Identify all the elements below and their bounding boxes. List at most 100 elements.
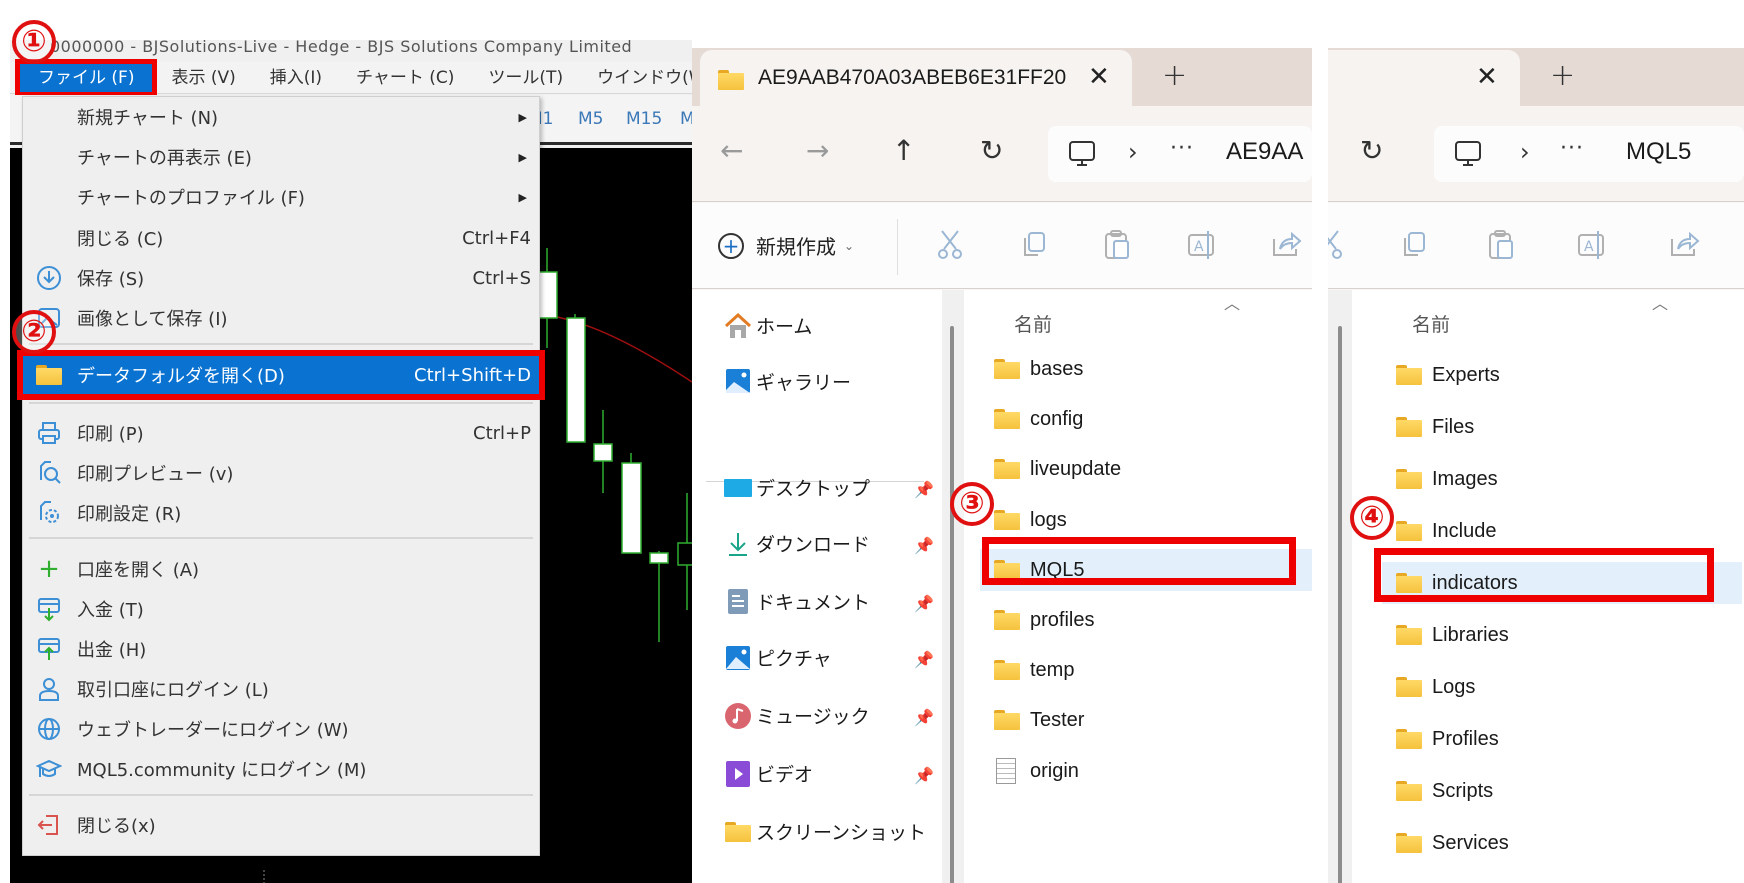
refresh-button[interactable]: ↻ bbox=[980, 134, 1003, 167]
file-row[interactable]: Tester bbox=[994, 699, 1084, 741]
file-row[interactable]: Libraries bbox=[1396, 614, 1509, 656]
new-tab-button[interactable]: + bbox=[1162, 58, 1187, 93]
menu-item-redisplay-chart[interactable]: チャートの再表示 (E) ▶ bbox=[23, 137, 539, 177]
tab-mql5[interactable]: ✕ bbox=[1328, 50, 1520, 110]
menu-window[interactable]: ウインドウ(W bbox=[580, 62, 692, 94]
menu-file[interactable]: ファイル (F) bbox=[14, 58, 158, 97]
menu-insert[interactable]: 挿入(I) bbox=[253, 62, 339, 94]
rename-icon[interactable]: A bbox=[1576, 229, 1608, 261]
paste-icon[interactable] bbox=[1486, 229, 1518, 261]
menu-item-label: 新規チャート (N) bbox=[77, 108, 219, 129]
menu-item-print-settings[interactable]: 印刷設定 (R) bbox=[23, 493, 539, 533]
menu-item-withdraw[interactable]: 出金 (H) bbox=[23, 629, 539, 669]
more-path-icon[interactable]: ··· bbox=[1170, 136, 1194, 161]
menu-item-label: 画像として保存 (I) bbox=[77, 309, 228, 330]
menu-item-login-mql5[interactable]: MQL5.community にログイン (M) bbox=[23, 749, 539, 789]
menu-item-save[interactable]: 保存 (S) Ctrl+S bbox=[23, 258, 539, 298]
menu-item-save-as-image[interactable]: 画像として保存 (I) bbox=[23, 298, 539, 338]
menu-item-print-preview[interactable]: 印刷プレビュー (v) bbox=[23, 453, 539, 493]
file-row[interactable]: origin bbox=[994, 750, 1079, 792]
menu-item-deposit[interactable]: 入金 (T) bbox=[23, 589, 539, 629]
pin-icon[interactable]: 📌 bbox=[914, 708, 934, 727]
file-row[interactable]: Include bbox=[1396, 510, 1497, 552]
address-bar[interactable]: › ··· MQL5 bbox=[1434, 126, 1744, 182]
file-row[interactable]: Images bbox=[1396, 458, 1498, 500]
up-button[interactable]: ↑ bbox=[892, 134, 915, 167]
menu-view[interactable]: 表示 (V) bbox=[154, 62, 252, 94]
file-row[interactable]: Profiles bbox=[1396, 718, 1499, 760]
nav-scrollbar[interactable] bbox=[942, 290, 964, 883]
copy-icon[interactable] bbox=[1018, 229, 1050, 261]
nav-screenshots[interactable]: スクリーンショット bbox=[724, 818, 926, 845]
file-row[interactable]: liveupdate bbox=[994, 448, 1121, 490]
file-row[interactable]: Logs bbox=[1396, 666, 1475, 708]
file-row[interactable]: Scripts bbox=[1396, 770, 1493, 812]
menu-item-label: 口座を開く (A) bbox=[77, 560, 200, 581]
menu-item-chart-profile[interactable]: チャートのプロファイル (F) ▶ bbox=[23, 177, 539, 217]
share-icon[interactable] bbox=[1668, 229, 1700, 261]
nav-home[interactable]: ホーム bbox=[724, 312, 812, 339]
share-icon[interactable] bbox=[1270, 229, 1302, 261]
menu-item-open-data-folder[interactable]: データフォルダを開く(D) Ctrl+Shift+D bbox=[17, 350, 545, 400]
cut-icon[interactable] bbox=[1328, 229, 1346, 261]
file-row[interactable]: temp bbox=[994, 649, 1074, 691]
file-row[interactable]: Services bbox=[1396, 822, 1509, 864]
nav-scrollbar[interactable] bbox=[1328, 290, 1352, 883]
file-row[interactable]: Experts bbox=[1396, 354, 1500, 396]
address-path: AE9AA bbox=[1226, 138, 1304, 165]
nav-desktop[interactable]: デスクトップ bbox=[724, 474, 870, 501]
file-row[interactable]: profiles bbox=[994, 599, 1094, 641]
file-row[interactable]: Files bbox=[1396, 406, 1474, 448]
copy-icon[interactable] bbox=[1398, 229, 1430, 261]
menu-item-close[interactable]: 閉じる (C) Ctrl+F4 bbox=[23, 218, 539, 258]
candles bbox=[538, 248, 692, 642]
menu-chart[interactable]: チャート (C) bbox=[339, 62, 471, 94]
folder-icon bbox=[1396, 417, 1422, 437]
chevron-down-icon: ⌄ bbox=[844, 238, 855, 253]
column-header-name[interactable]: 名前 bbox=[1412, 310, 1450, 337]
paste-icon[interactable] bbox=[1102, 229, 1134, 261]
pin-icon[interactable]: 📌 bbox=[914, 650, 934, 669]
scrollbar-thumb[interactable] bbox=[950, 326, 954, 883]
refresh-button[interactable]: ↻ bbox=[1360, 134, 1383, 167]
address-bar[interactable]: › ··· AE9AA bbox=[1048, 126, 1312, 182]
nav-gallery[interactable]: ギャラリー bbox=[724, 368, 851, 395]
forward-button[interactable]: → bbox=[806, 134, 829, 167]
pin-icon[interactable]: 📌 bbox=[914, 536, 934, 555]
tab-data-folder[interactable]: AE9AAB470A03ABEB6E31FF20 ✕ bbox=[700, 50, 1132, 110]
pin-icon[interactable]: 📌 bbox=[914, 480, 934, 499]
timeframe-m5[interactable]: M5 bbox=[578, 109, 603, 129]
new-tab-button[interactable]: + bbox=[1550, 58, 1575, 93]
menu-item-login-trade[interactable]: 取引口座にログイン (L) bbox=[23, 669, 539, 709]
pin-icon[interactable]: 📌 bbox=[914, 766, 934, 785]
timeframe-m15[interactable]: M15 bbox=[626, 109, 662, 129]
print-preview-icon bbox=[35, 459, 63, 487]
more-path-icon[interactable]: ··· bbox=[1560, 136, 1584, 161]
close-tab-icon[interactable]: ✕ bbox=[1476, 62, 1498, 92]
cut-icon[interactable] bbox=[934, 229, 966, 261]
nav-documents[interactable]: ドキュメント bbox=[724, 588, 870, 615]
file-row[interactable]: bases bbox=[994, 348, 1083, 390]
menu-tools[interactable]: ツール(T) bbox=[471, 62, 580, 94]
download-icon bbox=[724, 531, 752, 557]
file-name: origin bbox=[1030, 759, 1079, 782]
timeframe-more[interactable]: M bbox=[680, 109, 692, 129]
back-button[interactable]: ← bbox=[720, 134, 743, 167]
file-row[interactable]: config bbox=[994, 398, 1083, 440]
close-tab-icon[interactable]: ✕ bbox=[1088, 62, 1110, 92]
column-header-name[interactable]: 名前 bbox=[1014, 310, 1052, 337]
pin-icon[interactable]: 📌 bbox=[914, 594, 934, 613]
menu-item-print[interactable]: 印刷 (P) Ctrl+P bbox=[23, 413, 539, 453]
file-row[interactable]: logs bbox=[994, 499, 1067, 541]
nav-downloads[interactable]: ダウンロード bbox=[724, 530, 870, 557]
menu-item-open-account[interactable]: + 口座を開く (A) bbox=[23, 549, 539, 589]
nav-pictures[interactable]: ピクチャ bbox=[724, 644, 832, 671]
nav-music[interactable]: ミュージック bbox=[724, 702, 870, 729]
rename-icon[interactable]: A bbox=[1186, 229, 1218, 261]
menu-item-login-web[interactable]: ウェブトレーダーにログイン (W) bbox=[23, 709, 539, 749]
nav-videos[interactable]: ビデオ bbox=[724, 760, 813, 787]
menu-item-exit[interactable]: 閉じる(x) bbox=[23, 805, 539, 845]
new-button[interactable]: + 新規作成 ⌄ bbox=[718, 231, 854, 260]
menu-item-new-chart[interactable]: 新規チャート (N) ▶ bbox=[23, 97, 539, 137]
scrollbar-thumb[interactable] bbox=[1338, 326, 1342, 883]
